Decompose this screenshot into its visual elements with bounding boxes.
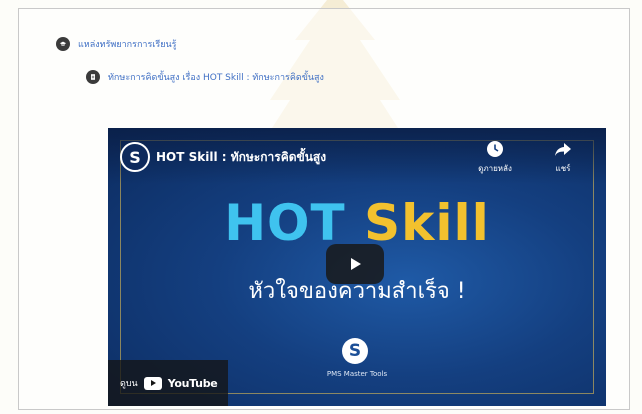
youtube-play-icon bbox=[143, 376, 162, 390]
page: แหล่งทรัพยากรการเรียนรู้ ทักษะการคิดขั้น… bbox=[0, 0, 642, 414]
play-button[interactable] bbox=[326, 244, 384, 284]
watch-on-label: ดูบน bbox=[120, 379, 138, 389]
watch-later-button[interactable]: ดูภายหลัง bbox=[470, 140, 520, 175]
youtube-player[interactable]: S HOT Skill : ทักษะการคิดขั้นสูง ดูภายหล… bbox=[108, 128, 606, 406]
page-icon bbox=[86, 70, 100, 84]
headline-skill: Skill bbox=[364, 194, 490, 252]
share-button[interactable]: แชร์ bbox=[538, 140, 588, 175]
headline-hot: HOT bbox=[224, 194, 346, 252]
video-title[interactable]: HOT Skill : ทักษะการคิดขั้นสูง bbox=[156, 148, 326, 167]
breadcrumb-level-1[interactable]: แหล่งทรัพยากรการเรียนรู้ bbox=[56, 37, 176, 51]
breadcrumb-level-1-label[interactable]: แหล่งทรัพยากรการเรียนรู้ bbox=[78, 37, 176, 51]
breadcrumb-level-2[interactable]: ทักษะการคิดขั้นสูง เรื่อง HOT Skill : ทั… bbox=[86, 70, 324, 84]
breadcrumb-level-2-label[interactable]: ทักษะการคิดขั้นสูง เรื่อง HOT Skill : ทั… bbox=[108, 70, 324, 84]
share-arrow-icon bbox=[555, 143, 571, 156]
clock-icon bbox=[487, 141, 503, 157]
youtube-wordmark: YouTube bbox=[167, 376, 218, 390]
watch-later-label: ดูภายหลัง bbox=[478, 164, 512, 173]
play-icon bbox=[351, 258, 361, 270]
cap-icon bbox=[56, 37, 70, 51]
brand-logo-icon: S bbox=[342, 338, 368, 364]
share-label: แชร์ bbox=[555, 164, 571, 173]
channel-logo-icon[interactable]: S bbox=[120, 142, 150, 172]
watch-on-youtube-button[interactable]: ดูบน YouTube bbox=[108, 360, 228, 406]
